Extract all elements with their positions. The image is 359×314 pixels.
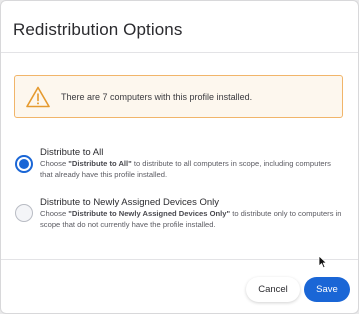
option-label: Distribute to Newly Assigned Devices Onl… [40,197,219,208]
option-label: Distribute to All [40,147,104,158]
option-description: Choose "Distribute to Newly Assigned Dev… [40,209,345,230]
footer-divider [1,259,358,260]
warning-message: There are 7 computers with this profile … [61,92,253,102]
mouse-cursor-icon [318,255,327,269]
radio-distribute-to-all[interactable] [15,155,33,173]
description-prefix: Choose [40,159,69,168]
header-divider [1,52,358,53]
option-description: Choose "Distribute to All" to distribute… [40,159,345,180]
warning-alert: There are 7 computers with this profile … [14,75,343,118]
save-button[interactable]: Save [304,277,350,302]
radio-distribute-to-newly-assigned[interactable] [15,204,33,222]
warning-triangle-icon [26,86,50,108]
redistribution-options-dialog: Redistribution Options There are 7 compu… [0,0,359,314]
description-prefix: Choose [40,209,69,218]
description-emphasis: "Distribute to Newly Assigned Devices On… [68,209,231,218]
cancel-button[interactable]: Cancel [246,277,300,302]
description-emphasis: "Distribute to All" [68,159,132,168]
dialog-title: Redistribution Options [13,20,183,39]
